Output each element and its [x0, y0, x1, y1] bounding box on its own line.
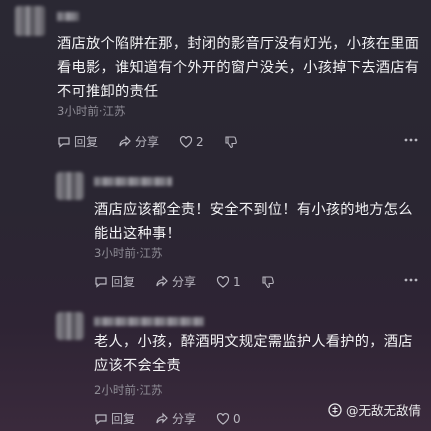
watermark-text: @无敌无敌倩	[345, 403, 421, 418]
dislike-button[interactable]	[261, 275, 278, 289]
like-button[interactable]: 0	[216, 412, 241, 426]
reply-button[interactable]: 回复	[94, 410, 135, 427]
reply-icon	[95, 276, 107, 288]
like-count: 1	[233, 274, 241, 289]
reply-icon	[58, 136, 70, 148]
heart-icon	[179, 135, 193, 148]
comment-actions: 回复 分享 1	[94, 273, 298, 290]
comment-actions: 回复 分享 0	[94, 410, 261, 427]
share-label: 分享	[172, 412, 197, 426]
reply-label: 回复	[111, 412, 136, 426]
like-button[interactable]: 1	[216, 275, 241, 289]
comment-1: 酒店放个陷阱在那，封闭的影音厅没有灯光，小孩在里面看电影，谁知道有个外开的窗户没…	[0, 0, 431, 160]
share-label: 分享	[172, 275, 197, 289]
watermark: @无敌无敌倩	[328, 400, 421, 419]
thumbs-down-icon	[225, 135, 237, 148]
heart-icon	[216, 275, 230, 288]
username-blurred[interactable]	[94, 317, 204, 326]
share-button[interactable]: 分享	[155, 410, 196, 427]
comment-meta: 2小时前·江苏	[94, 383, 163, 397]
thumbs-down-icon	[262, 275, 274, 288]
reply-button[interactable]: 回复	[57, 133, 98, 150]
more-options-icon[interactable]	[404, 278, 418, 282]
comment-meta: 3小时前·江苏	[57, 104, 126, 118]
dislike-button[interactable]	[224, 135, 241, 149]
comment-text: 酒店放个陷阱在那，封闭的影音厅没有灯光，小孩在里面看电影，谁知道有个外开的窗户没…	[57, 36, 420, 100]
share-icon	[156, 275, 168, 286]
reply-label: 回复	[74, 135, 99, 149]
username-blurred[interactable]	[94, 177, 172, 186]
like-button[interactable]: 2	[179, 135, 204, 149]
platform-logo-icon	[328, 402, 342, 417]
comment-text: 老人，小孩，醉酒明文规定需监护人看护的，酒店应该不会全责	[94, 334, 413, 374]
share-icon	[156, 412, 168, 423]
avatar[interactable]	[56, 172, 84, 200]
avatar[interactable]	[56, 312, 84, 340]
avatar[interactable]	[15, 6, 45, 36]
comment-2: 酒店应该都全责！安全不到位！有小孩的地方怎么能出这种事！ 3小时前·江苏 回复 …	[0, 160, 431, 300]
heart-icon	[216, 412, 230, 425]
comment-meta: 3小时前·江苏	[94, 246, 163, 260]
share-button[interactable]: 分享	[118, 133, 159, 150]
comment-text: 酒店应该都全责！安全不到位！有小孩的地方怎么能出这种事！	[94, 202, 413, 242]
like-count: 2	[196, 134, 204, 149]
share-label: 分享	[135, 135, 160, 149]
username-blurred[interactable]	[57, 12, 79, 21]
like-count: 0	[233, 411, 241, 426]
reply-button[interactable]: 回复	[94, 273, 135, 290]
share-button[interactable]: 分享	[155, 273, 196, 290]
comment-actions: 回复 分享 2	[57, 133, 261, 150]
reply-icon	[95, 413, 107, 425]
more-options-icon[interactable]	[404, 138, 418, 142]
share-icon	[119, 135, 131, 146]
reply-label: 回复	[111, 275, 136, 289]
